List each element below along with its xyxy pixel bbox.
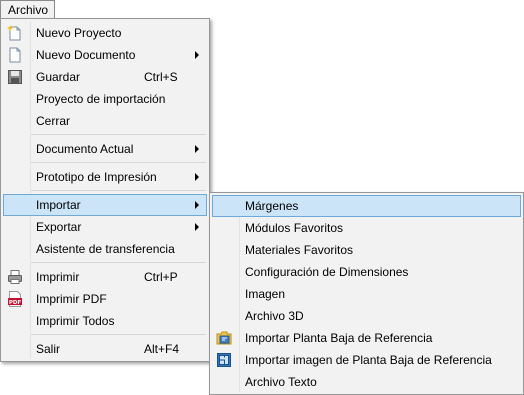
menu-item-cerrar[interactable]: Cerrar [3,110,207,132]
floor-plan-import-icon [216,331,232,345]
pdf-icon-text: PDF [9,300,22,306]
menu-item-label: Exportar [36,220,82,234]
menu-item-label: Importar imagen de Planta Baja de Refere… [245,353,492,367]
menu-item-label: Imprimir PDF [36,292,107,306]
menu-item-exportar[interactable]: Exportar [3,216,207,238]
menu-item-label: Documento Actual [36,142,134,156]
menu-item-label: Salir [36,342,61,356]
menu-item-label: Cerrar [36,114,71,128]
submenu-item-planta-baja-referencia[interactable]: Importar Planta Baja de Referencia [212,327,521,349]
importar-submenu: Márgenes Módulos Favoritos Materiales Fa… [209,192,524,395]
submenu-arrow-icon [195,173,199,181]
menu-item-nuevo-proyecto[interactable]: Nuevo Proyecto [3,22,207,44]
menu-item-label: Márgenes [245,199,299,213]
menu-separator [31,134,206,135]
menu-item-importar[interactable]: Importar [3,194,207,216]
menu-item-nuevo-documento[interactable]: Nuevo Documento [3,44,207,66]
new-document-icon [9,47,21,63]
menu-item-documento-actual[interactable]: Documento Actual [3,138,207,160]
menu-item-label: Imprimir Todos [36,314,115,328]
menu-item-label: Prototipo de Impresión [36,170,157,184]
submenu-item-configuracion-dimensiones[interactable]: Configuración de Dimensiones [212,261,521,283]
menu-separator [31,190,206,191]
shortcut-text: Alt+F4 [144,342,180,356]
new-project-icon [7,25,21,41]
submenu-arrow-icon [195,51,199,59]
menu-archivo-label: Archivo [8,3,49,17]
archivo-dropdown: Nuevo Proyecto Nuevo Documento Guardar C… [0,18,210,362]
menu-item-label: Proyecto de importación [36,92,166,106]
printer-icon [8,270,22,284]
menu-item-label: Asistente de transferencia [36,242,175,256]
menu-item-label: Importar [36,198,81,212]
image-floor-plan-icon [217,353,231,367]
menu-item-label: Imprimir [36,270,80,284]
menu-item-salir[interactable]: Salir Alt+F4 [3,338,207,360]
submenu-item-imagen[interactable]: Imagen [212,283,521,305]
menu-item-label: Módulos Favoritos [245,221,344,235]
menu-item-guardar[interactable]: Guardar Ctrl+S [3,66,207,88]
menu-separator [31,334,206,335]
menu-item-label: Nuevo Documento [36,48,136,62]
submenu-item-archivo-3d[interactable]: Archivo 3D [212,305,521,327]
menu-archivo[interactable]: Archivo [0,0,55,18]
menu-item-imprimir-pdf[interactable]: PDF Imprimir PDF [3,288,207,310]
submenu-arrow-icon [195,223,199,231]
menu-item-proyecto-importacion[interactable]: Proyecto de importación [3,88,207,110]
menu-item-label: Configuración de Dimensiones [245,265,409,279]
pdf-icon: PDF [8,291,22,307]
submenu-arrow-icon [195,201,199,209]
menu-item-label: Archivo 3D [245,309,304,323]
menu-separator [31,262,206,263]
menu-item-asistente-transferencia[interactable]: Asistente de transferencia [3,238,207,260]
menu-item-imprimir-todos[interactable]: Imprimir Todos [3,310,207,332]
save-disk-icon [8,70,22,84]
menu-separator [31,162,206,163]
submenu-arrow-icon [195,145,199,153]
menu-item-label: Importar Planta Baja de Referencia [245,331,433,345]
submenu-item-margenes[interactable]: Márgenes [212,195,521,217]
menu-item-prototipo-impresion[interactable]: Prototipo de Impresión [3,166,207,188]
menu-item-imprimir[interactable]: Imprimir Ctrl+P [3,266,207,288]
menu-item-label: Guardar [36,70,81,84]
menu-item-label: Archivo Texto [245,375,317,389]
menu-item-label: Imagen [245,287,286,301]
submenu-item-materiales-favoritos[interactable]: Materiales Favoritos [212,239,521,261]
menu-item-label: Materiales Favoritos [245,243,354,257]
shortcut-text: Ctrl+S [144,70,178,84]
submenu-item-archivo-texto[interactable]: Archivo Texto [212,371,521,393]
menu-item-label: Nuevo Proyecto [36,26,122,40]
shortcut-text: Ctrl+P [144,270,178,284]
submenu-item-modulos-favoritos[interactable]: Módulos Favoritos [212,217,521,239]
submenu-item-imagen-planta-baja[interactable]: Importar imagen de Planta Baja de Refere… [212,349,521,371]
